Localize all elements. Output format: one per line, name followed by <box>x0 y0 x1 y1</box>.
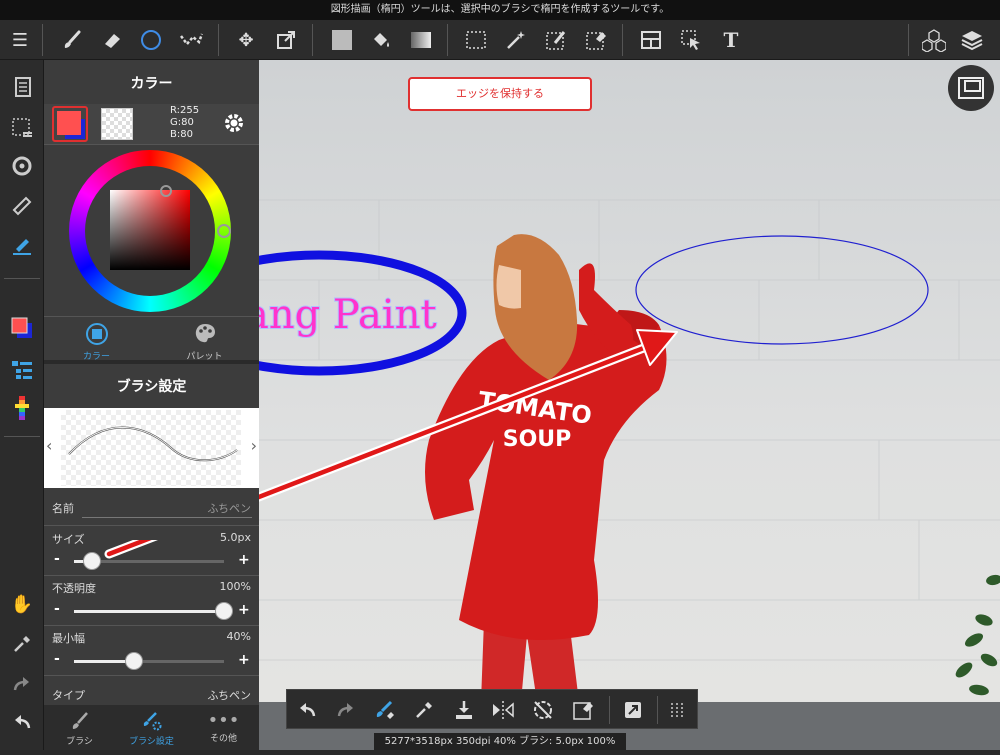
minwidth-plus-button[interactable]: + <box>238 652 250 668</box>
gradient-icon[interactable] <box>407 26 435 54</box>
color-swatch-icon[interactable] <box>8 314 36 342</box>
more-dots-icon: ••• <box>207 710 240 731</box>
rotate-reset-icon[interactable] <box>529 696 557 724</box>
brush-type-value[interactable]: ふちペン <box>207 687 251 703</box>
size-minus-button[interactable]: - <box>54 551 60 567</box>
eyedropper-icon[interactable] <box>410 696 438 724</box>
rgb-readout: R:255 G:80 B:80 <box>170 105 200 140</box>
select-pointer-icon[interactable] <box>677 26 705 54</box>
keep-edge-button[interactable]: エッジを保持する <box>408 77 592 111</box>
brush-preview[interactable]: ‹ › <box>44 408 259 488</box>
brush-name-value[interactable]: ふちペン <box>207 500 251 516</box>
flip-horizontal-icon[interactable] <box>489 696 517 724</box>
magic-wand-icon[interactable] <box>502 26 530 54</box>
snap-pen-icon[interactable] <box>8 231 36 259</box>
side-panel: カラー R:255 G:80 B:80 カラー パレット ブラシ設定 ‹ › 名前 … <box>44 60 259 750</box>
brush-settings-title: ブラシ設定 <box>116 379 187 395</box>
chevron-right-icon[interactable]: › <box>251 436 257 455</box>
gear-icon[interactable] <box>222 111 246 139</box>
ellipse-icon[interactable] <box>137 26 165 54</box>
pages-icon[interactable] <box>8 74 36 102</box>
ruler-icon[interactable] <box>8 192 36 220</box>
opacity-minus-button[interactable]: - <box>54 601 60 617</box>
status-bar: 5277*3518px 350dpi 40% ブラシ: 5.0px 100% <box>374 733 626 750</box>
layout-icon[interactable] <box>637 26 665 54</box>
tool-hint-bar: 図形描画（楕円）ツールは、選択中のブラシで楕円を作成するツールです。 <box>0 0 1000 20</box>
3d-icon[interactable] <box>920 26 948 54</box>
saturation-square[interactable] <box>110 190 190 270</box>
color-panel-title: カラー <box>130 76 173 92</box>
redo-icon[interactable] <box>332 696 360 724</box>
left-tool-column: ✋ <box>0 60 44 750</box>
select-pen-icon[interactable] <box>542 26 570 54</box>
eraser-icon[interactable] <box>98 26 126 54</box>
layer-list-icon[interactable] <box>8 356 36 384</box>
expand-icon[interactable] <box>619 696 647 724</box>
minwidth-minus-button[interactable]: - <box>54 651 60 667</box>
brush-eraser-toggle-icon[interactable] <box>371 696 399 724</box>
palette-strip-icon[interactable] <box>8 394 36 422</box>
canvas-text-paint: ang Paint <box>259 292 437 338</box>
text-icon[interactable]: T <box>717 26 745 54</box>
secondary-color-swatch[interactable] <box>101 108 133 140</box>
fullscreen-button[interactable] <box>948 65 994 111</box>
opacity-plus-button[interactable]: + <box>238 602 250 618</box>
minwidth-slider[interactable] <box>74 652 224 670</box>
layers-icon[interactable] <box>958 26 986 54</box>
undo-icon[interactable] <box>293 696 321 724</box>
grid-dots-icon[interactable] <box>663 696 691 724</box>
redo-icon[interactable] <box>8 670 36 698</box>
tab-brush-settings[interactable]: ブラシ設定 <box>116 711 187 755</box>
move-icon[interactable]: ✥ <box>232 26 260 54</box>
dotted-line-icon[interactable] <box>177 26 205 54</box>
rotate-icon[interactable] <box>8 152 36 180</box>
bottom-action-bar <box>286 689 698 729</box>
tab-brush[interactable]: ブラシ <box>44 711 115 755</box>
sv-picker-handle[interactable] <box>160 185 172 197</box>
bucket-icon[interactable] <box>367 26 395 54</box>
shirt-text-2: SOUP <box>503 427 572 452</box>
select-eraser-icon[interactable] <box>569 696 597 724</box>
save-download-icon[interactable] <box>450 696 478 724</box>
brush-icon[interactable] <box>58 26 86 54</box>
chevron-left-icon[interactable]: ‹ <box>46 436 52 455</box>
arrow-tail <box>104 540 158 559</box>
hue-picker-handle[interactable] <box>217 224 231 238</box>
undo-icon[interactable] <box>8 708 36 736</box>
select-eraser-icon[interactable] <box>582 26 610 54</box>
primary-color-swatch[interactable] <box>52 106 88 142</box>
tab-other[interactable]: ••• その他 <box>188 711 259 755</box>
drawing-canvas[interactable]: TOMATO SOUP ang Paint <box>259 60 1000 702</box>
main-toolbar: ☰ ✥ T <box>0 20 1000 60</box>
select-rect-icon[interactable] <box>462 26 490 54</box>
hand-icon[interactable]: ✋ <box>8 590 36 618</box>
fill-color-icon[interactable] <box>328 26 356 54</box>
opacity-slider[interactable] <box>74 602 233 620</box>
selection-layer-icon[interactable] <box>8 114 36 142</box>
eyedropper-icon[interactable] <box>8 630 36 658</box>
menu-icon[interactable]: ☰ <box>6 26 34 54</box>
transform-icon[interactable] <box>272 26 300 54</box>
